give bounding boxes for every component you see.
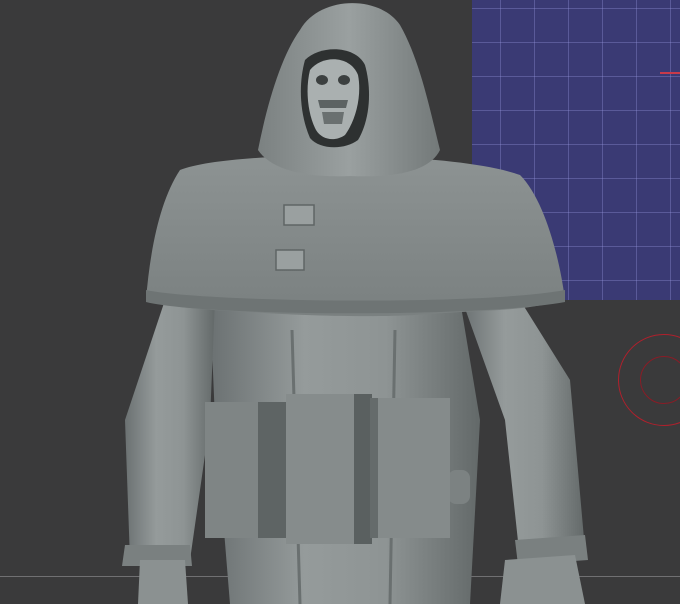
- right-arm: [462, 300, 588, 604]
- coat-button-lower: [275, 249, 305, 271]
- hood: [258, 3, 440, 177]
- shoulder-cape: [146, 155, 565, 317]
- belt-pouches: [205, 394, 450, 544]
- left-arm: [122, 300, 215, 604]
- hooded-figure-model[interactable]: [0, 0, 680, 604]
- coat-button-upper: [283, 204, 315, 226]
- 3d-viewport[interactable]: [0, 0, 680, 604]
